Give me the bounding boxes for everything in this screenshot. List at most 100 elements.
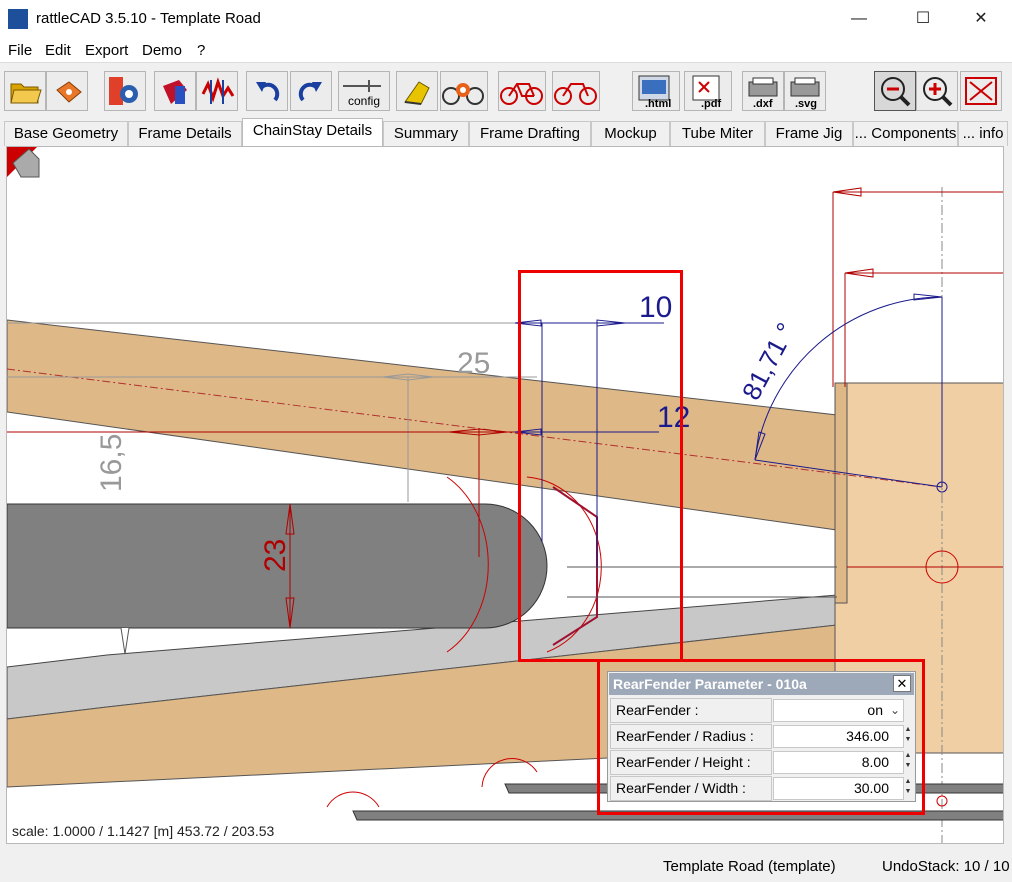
zoom-fit-button[interactable] (960, 71, 1002, 111)
export-pdf-button[interactable]: .pdf (684, 71, 732, 111)
pdf-label: .pdf (701, 98, 721, 110)
tube-icon (163, 80, 187, 104)
chevron-down-icon: ⌄ (889, 703, 900, 717)
redo-icon (298, 82, 322, 102)
undo-icon (256, 82, 280, 102)
dim-10-label: 10 (639, 291, 672, 324)
param-row-width: RearFender / Width : 30.00 ▲ ▼ (610, 776, 915, 801)
zoom-fit-icon (965, 77, 997, 105)
height-spinner[interactable]: ▲ ▼ (903, 751, 913, 774)
tab-chainstay-details[interactable]: ChainStay Details (242, 118, 383, 146)
rearfender-value: on (867, 702, 883, 718)
dialog-close-button[interactable]: ✕ (893, 675, 911, 692)
open-folder-icon (10, 83, 42, 104)
status-bar: Template Road (template) UndoStack: 10 /… (0, 848, 1012, 882)
tab-info[interactable]: ... info (958, 121, 1008, 146)
param-row-rearfender: RearFender : on ⌄ (610, 698, 915, 723)
export-dxf-button[interactable]: .dxf (742, 71, 784, 111)
open-button[interactable] (4, 71, 46, 111)
minimize-button[interactable]: — (836, 0, 882, 38)
tab-components[interactable]: ... Components (853, 121, 958, 146)
export-html-button[interactable]: .html (632, 71, 680, 111)
compare-button[interactable] (196, 71, 238, 111)
top-red-arrows (832, 187, 874, 278)
tab-frame-details[interactable]: Frame Details (128, 121, 242, 146)
tab-mockup[interactable]: Mockup (591, 121, 670, 146)
bottom-arc-1 (326, 791, 380, 808)
tab-frame-jig[interactable]: Frame Jig (765, 121, 853, 146)
rod-notch (120, 627, 130, 655)
param-row-radius: RearFender / Radius : 346.00 ▲ ▼ (610, 724, 915, 749)
width-input[interactable]: 30.00 (773, 777, 904, 800)
dxf-label: .dxf (753, 98, 773, 110)
bike-outline-icon (554, 83, 597, 105)
config-button[interactable]: config (338, 71, 390, 111)
settings-icon (109, 77, 138, 105)
export-dxf-icon: .dxf (748, 77, 778, 110)
export-svg-icon: .svg (790, 77, 820, 110)
compare-icon (201, 77, 235, 104)
menu-help[interactable]: ? (197, 42, 205, 59)
bike-outline-button[interactable] (552, 71, 600, 111)
tab-base-geometry[interactable]: Base Geometry (4, 121, 128, 146)
undo-button[interactable] (246, 71, 288, 111)
menu-export[interactable]: Export (85, 42, 128, 59)
dialog-title-text: RearFender Parameter - 010a (613, 676, 807, 692)
rearfender-dialog: RearFender Parameter - 010a ✕ RearFender… (607, 671, 916, 802)
zoom-in-icon (923, 77, 953, 107)
scale-readout: scale: 1.0000 / 1.1427 [m] 453.72 / 203.… (12, 823, 275, 839)
menu-demo[interactable]: Demo (142, 42, 182, 59)
toolbar: config .html .pdf .dxf .svg (0, 66, 1012, 116)
render-icon (404, 81, 430, 105)
app-icon (8, 9, 28, 29)
html-label: .html (645, 98, 671, 110)
close-button[interactable]: ✕ (958, 0, 1004, 38)
config-icon: config (343, 80, 381, 108)
menu-edit[interactable]: Edit (45, 42, 71, 59)
menu-bar: File Edit Export Demo ? (0, 38, 1012, 63)
zoom-in-button[interactable] (916, 71, 958, 111)
render-button[interactable] (396, 71, 438, 111)
window-title: rattleCAD 3.5.10 - Template Road (36, 10, 261, 27)
settings-button[interactable] (104, 71, 146, 111)
zoom-out-button[interactable] (874, 71, 916, 111)
fender-lines (567, 566, 837, 598)
project-status: Template Road (template) (663, 858, 836, 875)
radius-spinner[interactable]: ▲ ▼ (903, 725, 913, 748)
param-label: RearFender : (610, 698, 772, 723)
config-label: config (348, 94, 380, 108)
svg-label: .svg (795, 98, 817, 110)
tab-tube-miter[interactable]: Tube Miter (670, 121, 765, 146)
height-input[interactable]: 8.00 (773, 751, 904, 774)
dim-16-5-label: 16,5 (95, 434, 128, 492)
chainstay-tube (7, 319, 838, 531)
save-button[interactable] (46, 71, 88, 111)
bottom-rail-2 (352, 810, 1003, 821)
tab-summary[interactable]: Summary (383, 121, 469, 146)
title-bar: rattleCAD 3.5.10 - Template Road — ☐ ✕ (0, 0, 1012, 38)
tab-frame-drafting[interactable]: Frame Drafting (469, 121, 591, 146)
save-icon (56, 81, 82, 103)
param-label: RearFender / Radius : (610, 724, 772, 749)
dim-12-label: 12 (657, 401, 690, 434)
dialog-title: RearFender Parameter - 010a ✕ (609, 673, 914, 695)
maximize-button[interactable]: ☐ (900, 0, 946, 38)
top-red-dims (832, 191, 1003, 387)
dim-23-label: 23 (259, 539, 292, 572)
export-pdf-icon: .pdf (692, 75, 721, 110)
rearfender-dropdown[interactable]: on ⌄ (773, 699, 904, 722)
bike-red-button[interactable] (498, 71, 546, 111)
export-html-icon: .html (638, 75, 671, 110)
export-svg-button[interactable]: .svg (784, 71, 826, 111)
menu-file[interactable]: File (8, 42, 32, 59)
param-label: RearFender / Height : (610, 750, 772, 775)
bike-settings-button[interactable] (440, 71, 488, 111)
width-spinner[interactable]: ▲ ▼ (903, 777, 913, 800)
tube-button[interactable] (154, 71, 196, 111)
tab-bar: Base Geometry Frame Details ChainStay De… (0, 118, 1012, 146)
bike-settings-icon (442, 83, 484, 105)
radius-input[interactable]: 346.00 (773, 725, 904, 748)
redo-button[interactable] (290, 71, 332, 111)
bike-red-icon (500, 83, 543, 105)
dim-angle-label: 81,71 ° (736, 318, 801, 405)
